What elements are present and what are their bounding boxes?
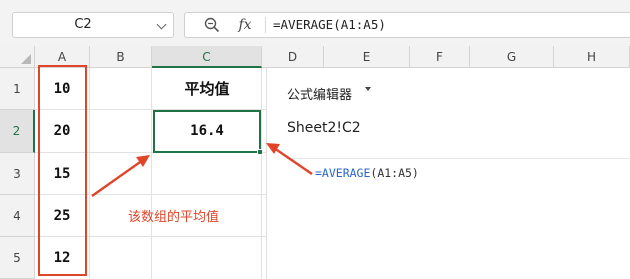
arrow-right-icon bbox=[91, 155, 150, 197]
annotation-arrows bbox=[91, 143, 313, 197]
arrow-left-icon bbox=[266, 143, 313, 175]
